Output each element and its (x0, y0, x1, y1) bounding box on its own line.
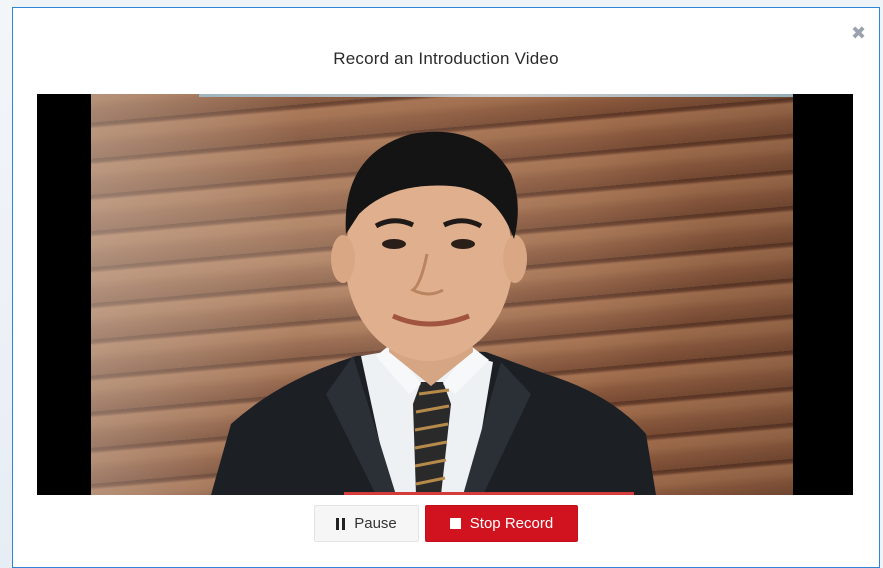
pause-icon (336, 517, 346, 530)
recording-progress-bar (344, 492, 634, 495)
stop-icon (449, 518, 461, 529)
video-top-strip (199, 94, 793, 97)
modal-title: Record an Introduction Video (333, 49, 559, 68)
recording-controls: Pause Stop Record (13, 505, 879, 543)
video-preview (37, 94, 853, 495)
page-backdrop (0, 0, 12, 568)
pause-button[interactable]: Pause (314, 505, 419, 542)
camera-feed (91, 94, 793, 495)
pause-label: Pause (354, 515, 397, 532)
person-image (211, 131, 656, 495)
record-video-modal: ✖ Record an Introduction Video Pause Sto… (12, 7, 880, 568)
close-icon[interactable]: ✖ (851, 24, 866, 42)
stop-record-button[interactable]: Stop Record (425, 505, 578, 542)
stop-record-label: Stop Record (469, 515, 554, 532)
